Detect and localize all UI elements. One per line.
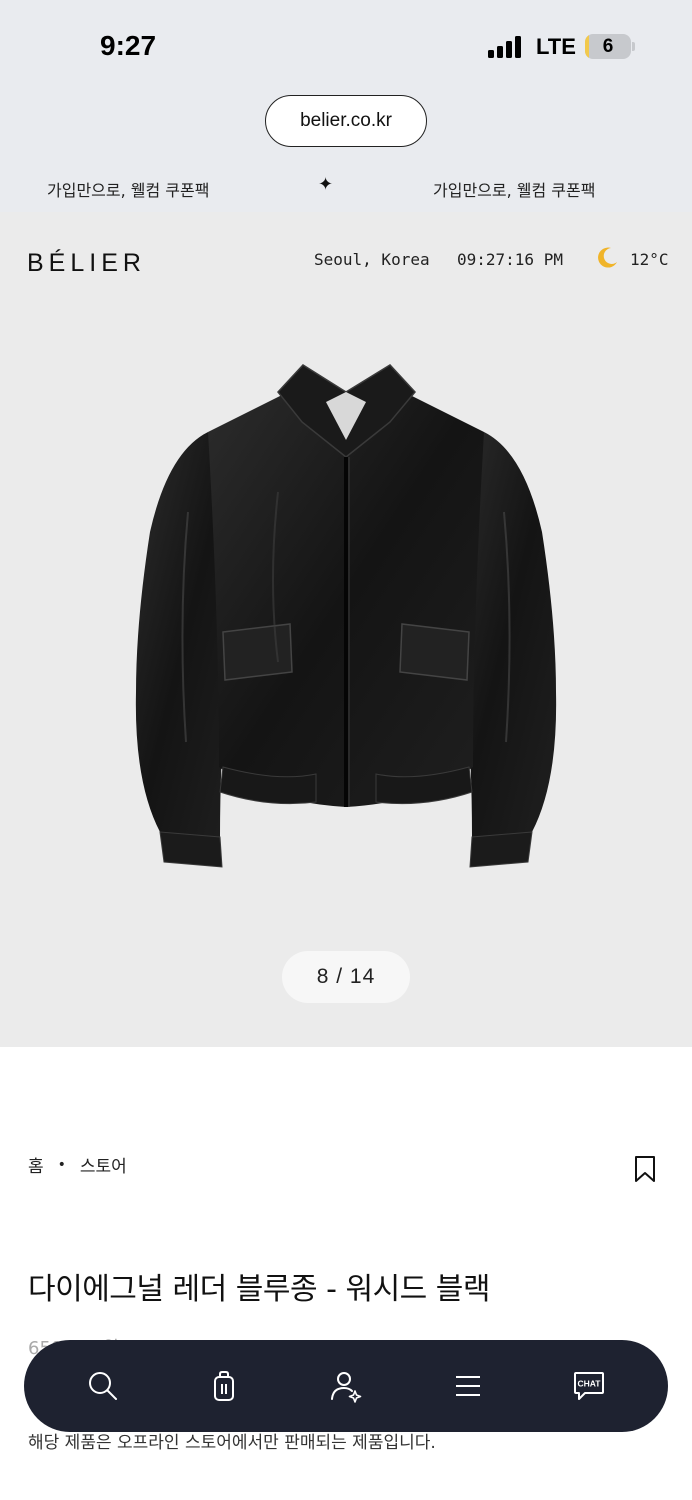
browser-chrome: belier.co.kr — [0, 95, 692, 155]
chat-icon: CHAT — [574, 1372, 605, 1400]
bottom-navigation: CHAT — [24, 1340, 668, 1432]
product-gallery[interactable]: 8 / 14 — [0, 307, 692, 1047]
nav-menu-button[interactable] — [438, 1356, 498, 1416]
product-image — [135, 364, 557, 868]
battery-tip — [632, 42, 635, 51]
promo-marquee[interactable]: 가입만으로, 웰컴 쿠폰팩 ✦ 가입만으로, 웰컴 쿠폰팩 — [0, 155, 692, 212]
product-title: 다이에그널 레더 블루종 - 워시드 블랙 — [28, 1272, 491, 1307]
url-bar[interactable]: belier.co.kr — [265, 95, 427, 147]
battery-icon: 6 — [585, 34, 631, 59]
nav-chat-button[interactable]: CHAT — [559, 1356, 619, 1416]
header-temperature: 12°C — [630, 250, 669, 269]
nav-search-button[interactable] — [73, 1356, 133, 1416]
signal-icon — [488, 36, 521, 58]
status-time: 9:27 — [100, 30, 157, 61]
gallery-counter: 8 / 14 — [282, 951, 410, 1003]
breadcrumb: 홈 • 스토어 — [28, 1152, 127, 1178]
account-icon — [330, 1372, 362, 1403]
promo-text[interactable]: 가입만으로, 웰컴 쿠폰팩 — [47, 177, 209, 201]
status-bar: 9:27 LTE 6 — [0, 0, 692, 95]
nav-account-button[interactable] — [316, 1356, 376, 1416]
brand-logo-text: BÉLIER — [27, 249, 146, 277]
url-text: belier.co.kr — [300, 110, 392, 131]
moon-icon — [594, 245, 620, 277]
battery-level: 6 — [602, 36, 614, 57]
brand-logo[interactable]: BÉLIER — [27, 249, 146, 278]
header-city: Seoul, Korea — [314, 250, 430, 269]
menu-icon — [455, 1376, 480, 1396]
chat-label: CHAT — [578, 1379, 602, 1389]
breadcrumb-separator: • — [57, 1156, 66, 1173]
breadcrumb-home[interactable]: 홈 — [28, 1152, 44, 1177]
nav-bag-button[interactable] — [194, 1356, 254, 1416]
search-icon — [88, 1372, 117, 1400]
sparkle-icon: ✦ — [318, 174, 334, 195]
shopping-bag-icon — [214, 1371, 235, 1401]
header-clock: 09:27:16 PM — [457, 250, 563, 269]
network-label: LTE — [536, 34, 576, 59]
breadcrumb-store[interactable]: 스토어 — [80, 1152, 127, 1177]
gallery-counter-text: 8 / 14 — [316, 965, 376, 988]
site-header: BÉLIER Seoul, Korea 09:27:16 PM 12°C — [0, 212, 692, 307]
bookmark-icon[interactable] — [634, 1155, 656, 1183]
promo-text[interactable]: 가입만으로, 웰컴 쿠폰팩 — [433, 177, 595, 201]
